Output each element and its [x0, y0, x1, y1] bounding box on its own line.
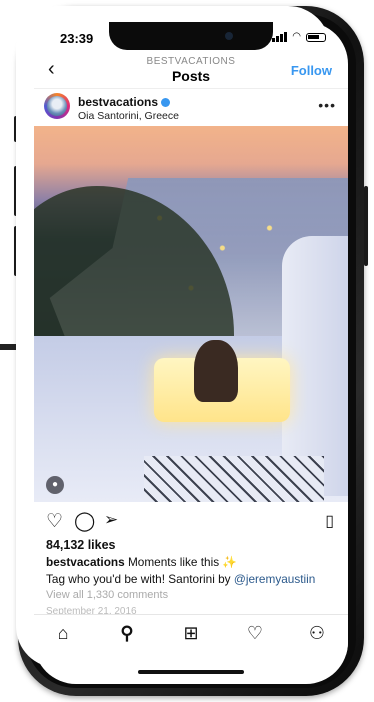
camera-icon: [225, 32, 233, 40]
battery-icon: [306, 33, 326, 42]
signal-icon: [272, 32, 288, 42]
heart-icon[interactable]: ♡: [46, 510, 63, 533]
caption-mention[interactable]: @jeremyaustiin: [234, 572, 315, 586]
notch: [109, 22, 273, 50]
home-icon[interactable]: ⌂: [48, 623, 78, 644]
user-tag-icon[interactable]: ●: [46, 476, 64, 494]
post-username[interactable]: bestvacations: [78, 95, 171, 109]
wifi-icon: ◠: [292, 31, 301, 42]
caption-text: Moments like this: [124, 555, 223, 569]
status-time: 23:39: [60, 31, 94, 46]
caption-line2: Tag who you'd be with! Santorini by: [46, 572, 234, 586]
home-indicator: [138, 670, 244, 674]
verified-badge-icon: [161, 98, 171, 108]
post-caption: bestvacations Moments like this ✨ Tag wh…: [46, 554, 341, 588]
post-actions: ♡ ◯ ➢ ▯: [34, 508, 348, 536]
activity-icon[interactable]: ♡: [240, 623, 270, 644]
caption-username[interactable]: bestvacations: [46, 555, 125, 569]
status-icons: ◠: [272, 32, 326, 42]
nav-bar: ‹ BESTVACATIONS Posts Follow: [34, 54, 348, 88]
instagram-screen: 23:39 ◠ ‹ BESTVACATIONS Posts Follow bes…: [34, 22, 348, 684]
post-photo[interactable]: ●: [34, 126, 348, 502]
couple-silhouette: [194, 340, 238, 402]
add-post-icon[interactable]: ⊞: [176, 623, 206, 644]
profile-icon[interactable]: ⚇: [302, 623, 332, 644]
bookmark-icon[interactable]: ▯: [325, 511, 334, 531]
username-text[interactable]: bestvacations: [78, 95, 158, 109]
comment-icon[interactable]: ◯: [74, 510, 95, 533]
sparkle-icon: ✨: [222, 555, 238, 569]
view-comments-link[interactable]: View all 1,330 comments: [46, 589, 168, 601]
search-icon[interactable]: ⚲: [112, 623, 142, 644]
like-count[interactable]: 84,132 likes: [46, 538, 116, 552]
tiled-floor: [144, 456, 324, 502]
follow-button[interactable]: Follow: [291, 63, 332, 78]
send-icon[interactable]: ➢: [104, 510, 118, 530]
post-header: bestvacations Oia Santorini, Greece •••: [34, 88, 348, 127]
power-button: [364, 186, 368, 266]
more-dots-icon[interactable]: •••: [318, 97, 336, 113]
post-location[interactable]: Oia Santorini, Greece: [78, 110, 179, 122]
post-date: September 21, 2016: [46, 606, 137, 614]
tab-bar: ⌂ ⚲ ⊞ ♡ ⚇: [34, 614, 348, 655]
avatar[interactable]: [44, 93, 70, 119]
